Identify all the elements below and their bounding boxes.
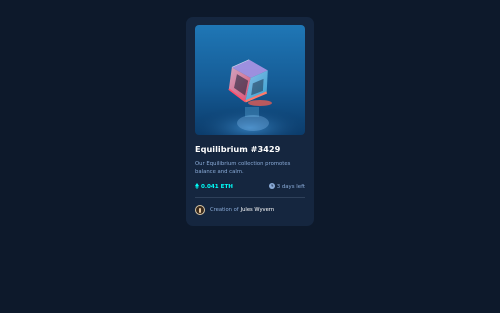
nft-card: Equilibrium #3429 Our Equilibrium collec… (186, 17, 314, 226)
price-display: 0.041 ETH (195, 183, 233, 191)
ethereum-icon (195, 183, 199, 191)
price-value: 0.041 ETH (201, 184, 233, 190)
nft-title[interactable]: Equilibrium #3429 (195, 144, 305, 154)
time-left-value: 3 days left (276, 184, 305, 190)
avatar (195, 205, 205, 215)
time-left-display: 3 days left (268, 183, 305, 191)
equilibrium-cube-image (195, 25, 305, 135)
nft-stats: 0.041 ETH 3 days left (195, 183, 305, 191)
creator-row: Creation of Jules Wyvern (195, 204, 305, 216)
divider (195, 197, 305, 198)
nft-image[interactable] (195, 25, 305, 135)
creator-name-link[interactable]: Jules Wyvern (241, 207, 275, 213)
creator-prefix: Creation of (210, 207, 239, 213)
clock-icon (268, 183, 275, 191)
nft-description: Our Equilibrium collection promotes bala… (195, 161, 291, 175)
